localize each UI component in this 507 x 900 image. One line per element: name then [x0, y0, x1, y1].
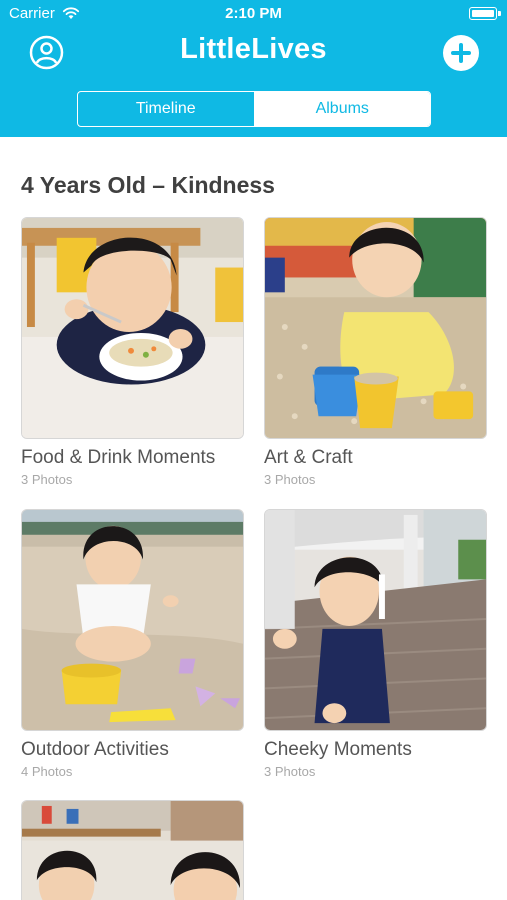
album-cover-photo — [21, 509, 244, 731]
section-title: 4 Years Old – Kindness — [21, 172, 275, 198]
status-time: 2:10 PM — [225, 5, 282, 22]
album-cover-photo — [264, 509, 487, 731]
battery-icon — [469, 7, 501, 20]
album-name: Cheeky Moments — [264, 739, 412, 760]
album-name: Art & Craft — [264, 447, 353, 468]
album-cover-photo — [21, 217, 244, 439]
view-segmented-control: Timeline Albums — [77, 91, 431, 127]
album-photo-count: 4 Photos — [21, 764, 73, 779]
album-name: Outdoor Activities — [21, 739, 169, 760]
album-name: Food & Drink Moments — [21, 447, 216, 468]
album-card-cheeky-moments[interactable]: Cheeky Moments 3 Photos — [264, 509, 487, 779]
album-card-outdoor-activities[interactable]: Outdoor Activities 4 Photos — [21, 509, 244, 779]
album-card-food-drink[interactable]: Food & Drink Moments 3 Photos — [21, 217, 244, 487]
album-card-art-craft[interactable]: Art & Craft 3 Photos — [264, 217, 487, 487]
album-photo-count: 3 Photos — [264, 472, 316, 487]
app-header: Carrier 2:10 PM LittleLives Timeline Alb… — [0, 0, 507, 137]
add-icon[interactable] — [443, 35, 479, 71]
album-photo-count: 3 Photos — [21, 472, 73, 487]
album-photo-count: 3 Photos — [264, 764, 316, 779]
tab-albums[interactable]: Albums — [254, 92, 430, 126]
album-cover-photo — [21, 800, 244, 900]
album-cover-photo — [264, 217, 487, 439]
tab-timeline[interactable]: Timeline — [78, 92, 255, 126]
app-title: LittleLives — [180, 33, 327, 65]
album-card-partial[interactable] — [21, 800, 244, 900]
status-bar: Carrier 2:10 PM — [0, 0, 507, 28]
